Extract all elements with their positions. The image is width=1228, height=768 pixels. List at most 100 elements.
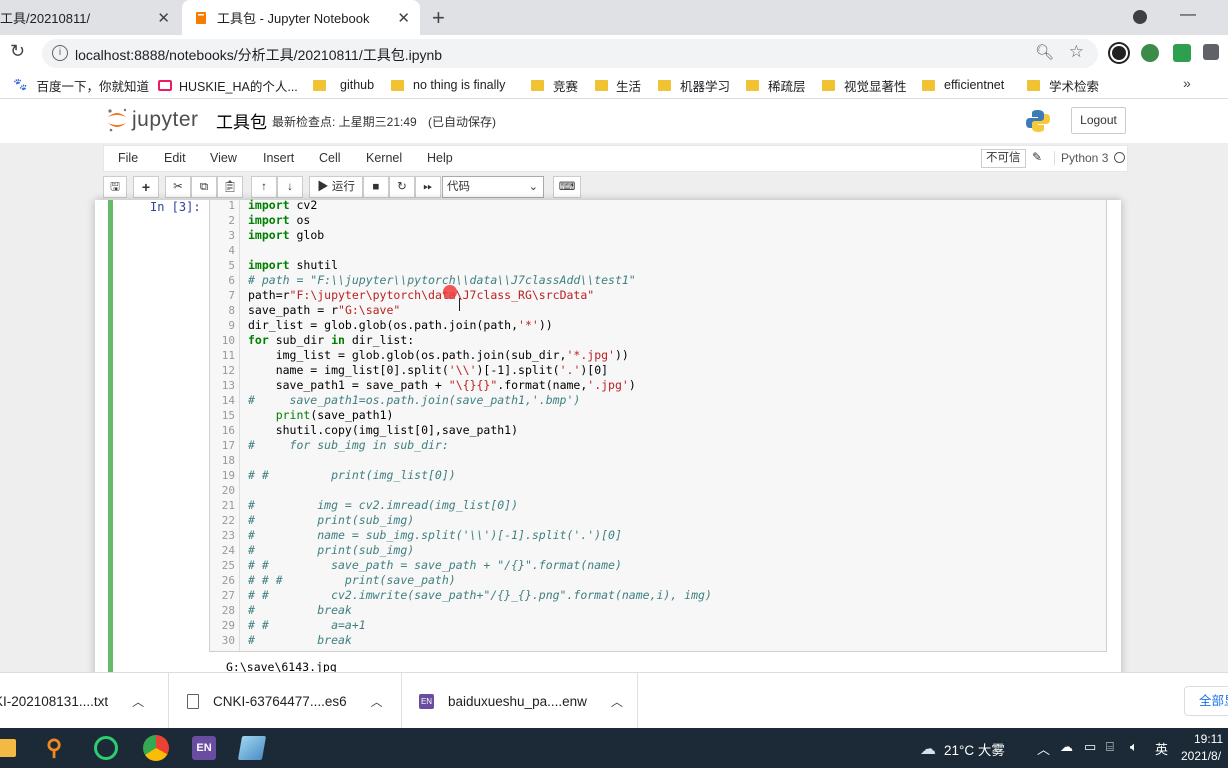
download-filename: KI-202108131....txt (0, 693, 109, 709)
code-cell[interactable]: In [3]: 1 2 3 4 5 6 7 8 9 10 11 12 13 14 (108, 198, 1108, 672)
line-number: 6 (228, 274, 235, 287)
menu-help[interactable]: Help (427, 151, 453, 165)
trusted-badge[interactable]: 不可信 (981, 149, 1026, 168)
app-icon[interactable] (237, 736, 267, 760)
bookmark-item[interactable]: no thing is finally (391, 76, 505, 94)
fast-forward-icon[interactable]: ⏩︎ (415, 176, 441, 198)
tab-notebook[interactable]: 工具包 - Jupyter Notebook ✕ (182, 0, 420, 35)
code-line: dir_list = glob.glob(os.path.join(path,'… (248, 318, 553, 332)
extension-shield-icon[interactable] (1173, 44, 1191, 62)
notebook-name[interactable]: 工具包 (216, 108, 267, 133)
download-item[interactable]: KI-202108131....txt ︿ (0, 673, 169, 729)
bookmark-item[interactable]: 竞赛 (531, 76, 578, 94)
url-text[interactable]: localhost:8888/notebooks/分析工具/20210811/工… (75, 45, 442, 65)
extensions-puzzle-icon[interactable] (1203, 44, 1219, 60)
clock-date[interactable]: 2021/8/ (1181, 749, 1221, 763)
address-bar[interactable]: i localhost:8888/notebooks/分析工具/20210811… (42, 39, 1098, 68)
save-icon[interactable]: 🖫 (103, 176, 127, 198)
bookmark-star-icon[interactable]: ☆ (1069, 42, 1084, 62)
menu-insert[interactable]: Insert (263, 151, 294, 165)
bookmark-item[interactable]: 视觉显著性 (822, 76, 907, 94)
network-icon[interactable]: ⌸ (1106, 739, 1114, 755)
minimize-icon[interactable]: — (1180, 6, 1196, 24)
search-icon[interactable]: ⚲ (46, 736, 70, 760)
battery-icon[interactable]: ▭ (1084, 739, 1096, 755)
move-down-icon[interactable]: ↓ (277, 176, 303, 198)
file-explorer-icon[interactable] (0, 739, 16, 757)
endnote-icon[interactable]: EN (192, 736, 216, 760)
code-line: img_list = glob.glob(os.path.join(sub_di… (248, 348, 629, 362)
keyboard-icon[interactable]: ⌨ (553, 176, 581, 198)
tab-folder-view[interactable]: 工具/20210811/ ✕ (0, 0, 180, 35)
chevron-up-icon[interactable]: ︿ (611, 693, 623, 710)
chevron-up-icon[interactable]: ︿ (371, 693, 383, 710)
cloud-sync-icon[interactable]: ☁ (1060, 739, 1073, 755)
app-ring-icon[interactable] (94, 736, 118, 760)
code-line: import glob (248, 228, 325, 242)
close-tab-icon[interactable]: ✕ (157, 9, 170, 27)
paste-icon[interactable]: 📋︎ (217, 176, 243, 198)
copy-icon[interactable]: ⧉ (191, 176, 217, 198)
move-up-icon[interactable]: ↑ (251, 176, 277, 198)
bookmark-label: 学术检索 (1049, 79, 1100, 94)
run-button[interactable]: ▶ 运行 (309, 176, 363, 198)
bookmark-item[interactable]: HUSKIE_HA的个人... (158, 76, 298, 94)
info-icon[interactable]: i (52, 45, 68, 61)
bookmark-item[interactable]: 稀疏层 (746, 76, 806, 94)
line-number-gutter: 1 2 3 4 5 6 7 8 9 10 11 12 13 14 15 16 1 (210, 199, 240, 651)
bookmark-item[interactable]: efficientnet (922, 76, 1004, 94)
line-number: 1 (228, 199, 235, 212)
bookmark-item[interactable]: github (313, 76, 374, 94)
line-number: 3 (228, 229, 235, 242)
notebook-toolbar: 🖫 + ✂ ⧉ 📋︎ ↑ ↓ ▶ 运行 ■ ↻ ⏩︎ 代码 ⌄ ⌨ (103, 176, 1128, 200)
ime-indicator[interactable]: 英 (1155, 739, 1168, 758)
cell-type-select[interactable]: 代码 ⌄ (442, 176, 544, 198)
file-icon (187, 693, 199, 709)
extension-globe-icon[interactable] (1141, 44, 1159, 62)
line-number: 15 (221, 409, 235, 422)
jupyter-logo[interactable]: jupyter (106, 107, 199, 133)
jupyter-logo-icon (108, 108, 127, 132)
clock-time[interactable]: 19:11 (1194, 732, 1223, 746)
logout-button[interactable]: Logout (1071, 107, 1126, 134)
download-item[interactable]: CNKI-63764477....es6 ︿ (169, 673, 402, 729)
browser-toolbar: ↻ i localhost:8888/notebooks/分析工具/202108… (0, 35, 1228, 71)
menu-cell[interactable]: Cell (319, 151, 341, 165)
menu-view[interactable]: View (210, 151, 237, 165)
bookmark-item[interactable]: 生活 (595, 76, 641, 94)
bookmark-item[interactable]: 机器学习 (658, 76, 730, 94)
chrome-icon[interactable] (143, 735, 169, 761)
stop-icon[interactable]: ■ (363, 176, 389, 198)
volume-icon[interactable]: 🔈︎ (1130, 739, 1138, 755)
new-tab-icon[interactable]: + (432, 5, 445, 31)
bookmark-item[interactable]: 学术检索 (1027, 76, 1099, 94)
bookmark-item[interactable]: 🐾︎ 百度一下，你就知道 (12, 76, 149, 94)
add-cell-icon[interactable]: + (133, 176, 159, 198)
reload-icon[interactable]: ↻ (10, 41, 25, 62)
line-number: 13 (221, 379, 235, 392)
chevron-up-icon[interactable]: ︿ (132, 693, 144, 710)
menu-kernel[interactable]: Kernel (366, 151, 402, 165)
code-line: print(save_path1) (275, 408, 394, 422)
notebook-menubar: File Edit View Insert Cell Kernel Help 不… (103, 145, 1128, 172)
cut-icon[interactable]: ✂ (165, 176, 191, 198)
zoom-icon[interactable]: 🔍︎ (1035, 43, 1054, 61)
python-logo-icon (1026, 110, 1050, 132)
jupyter-logo-text: jupyter (132, 108, 199, 131)
folder-icon (746, 79, 759, 91)
restart-icon[interactable]: ↻ (389, 176, 415, 198)
download-item[interactable]: EN baiduxueshu_pa....enw ︿ (402, 673, 638, 729)
code-editor[interactable]: 1 2 3 4 5 6 7 8 9 10 11 12 13 14 15 16 1 (209, 198, 1107, 652)
show-all-downloads-button[interactable]: 全部显 (1184, 686, 1228, 716)
weather-widget[interactable]: ☁ 21°C 大雾 (920, 739, 1005, 759)
more-bookmarks-icon[interactable]: » (1183, 75, 1191, 91)
endnote-icon: EN (419, 693, 434, 709)
profile-icon[interactable] (1133, 10, 1147, 24)
close-tab-icon[interactable]: ✕ (397, 9, 410, 27)
chevron-up-icon[interactable]: ︿ (1037, 739, 1050, 758)
menu-file[interactable]: File (118, 151, 138, 165)
bookmark-label: github (340, 78, 375, 92)
menu-edit[interactable]: Edit (164, 151, 186, 165)
pencil-icon[interactable]: ✎ (1032, 150, 1042, 164)
extension-icon[interactable] (1110, 44, 1128, 62)
